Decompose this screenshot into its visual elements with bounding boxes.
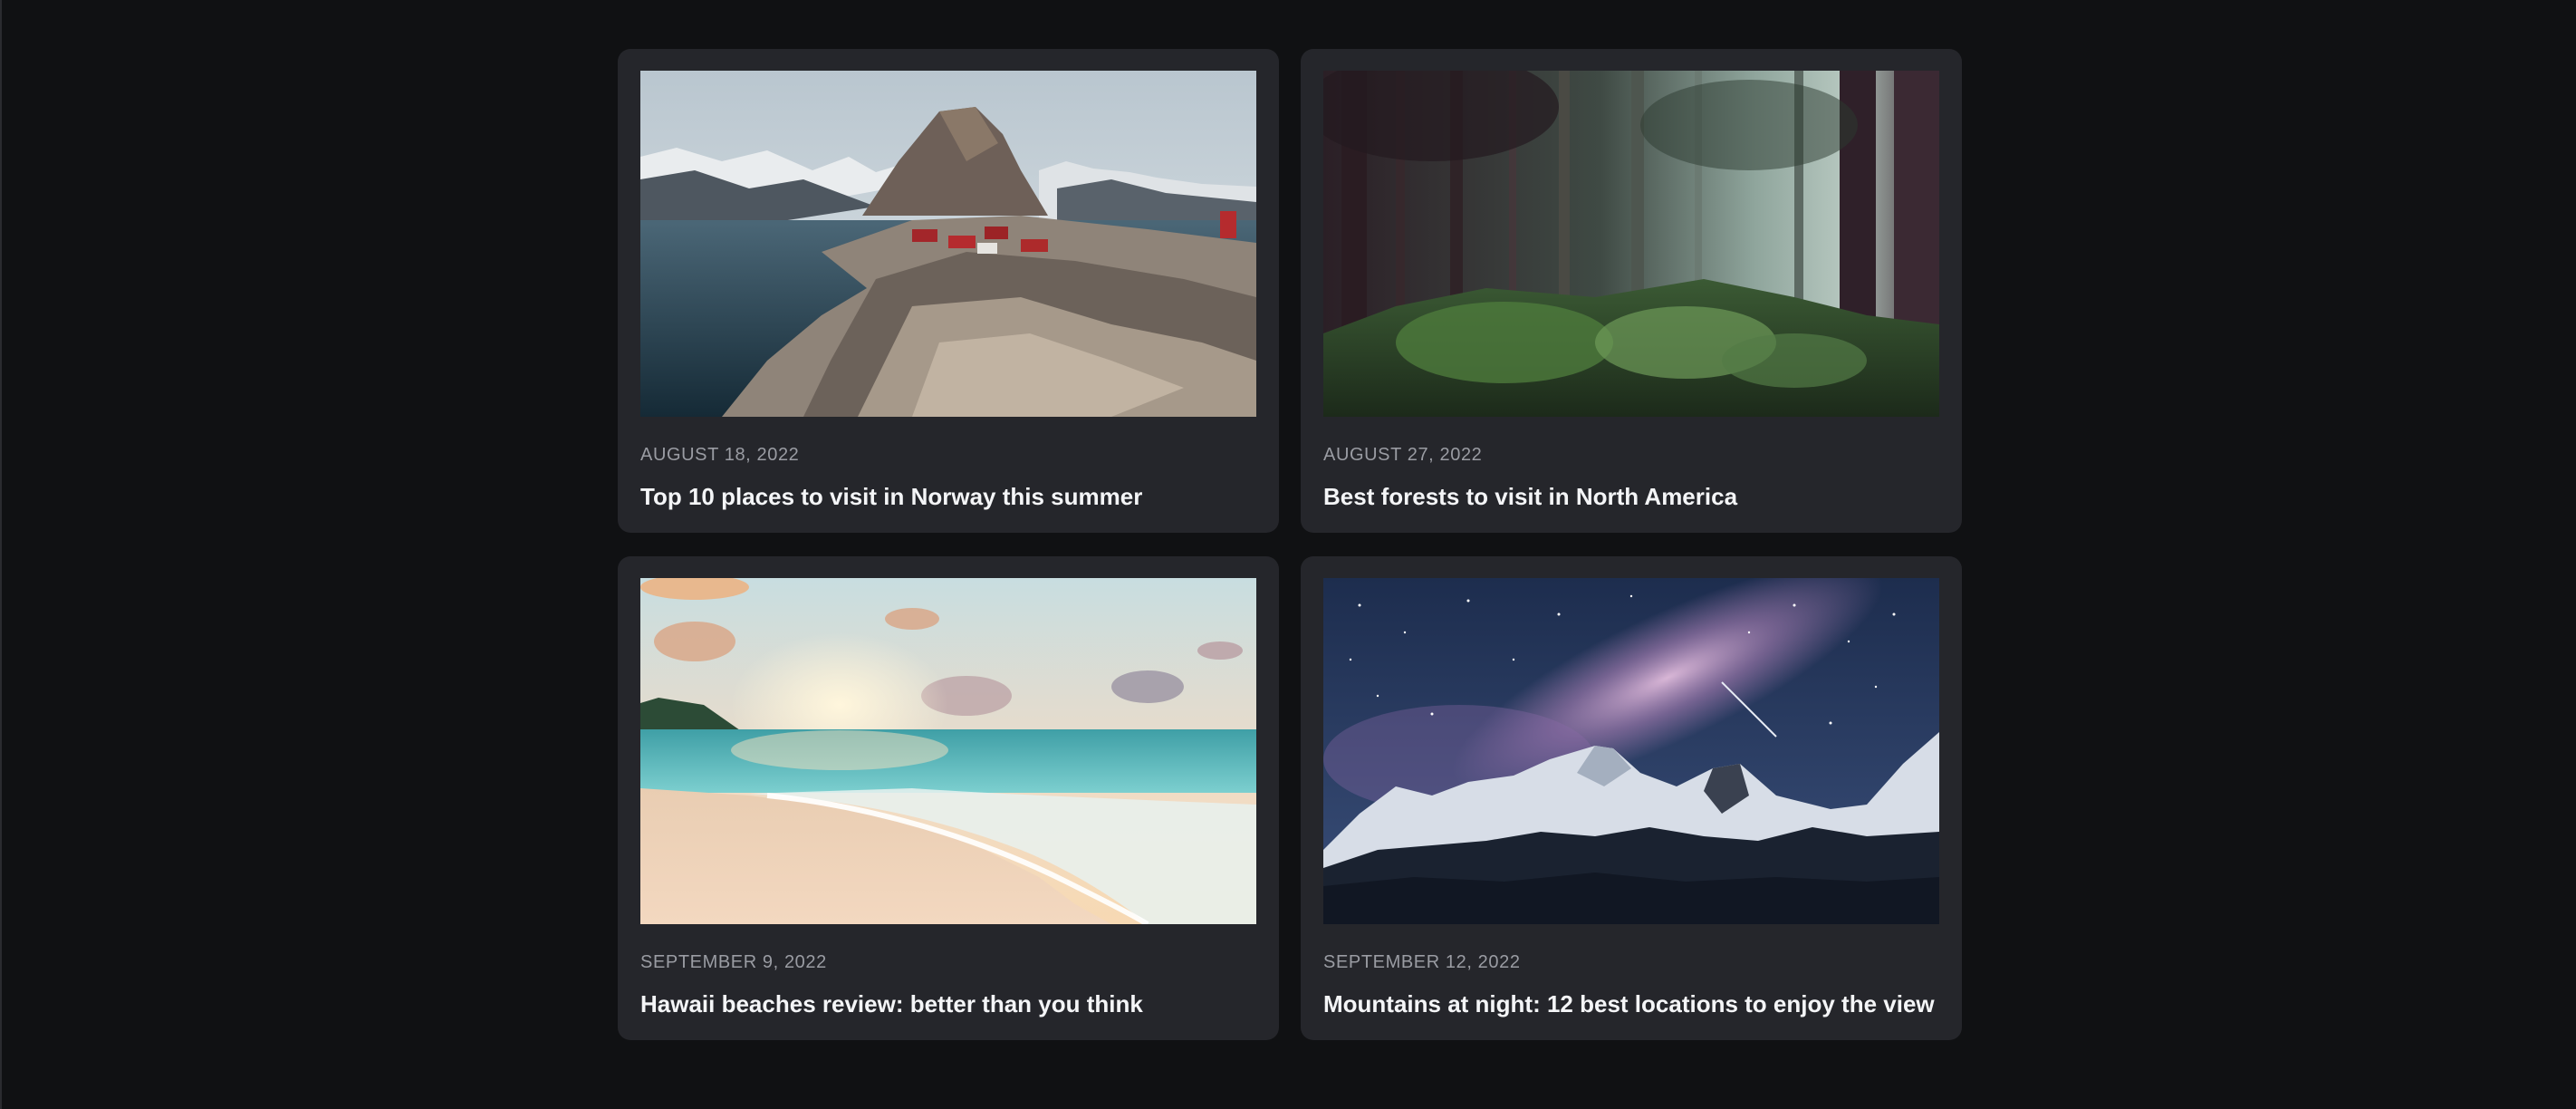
articles-grid: AUGUST 18, 2022 Top 10 places to visit i… — [618, 49, 1962, 1040]
article-image-forest — [1323, 71, 1939, 417]
article-image-beach — [640, 578, 1256, 924]
article-title[interactable]: Hawaii beaches review: better than you t… — [640, 989, 1256, 1018]
article-date: AUGUST 27, 2022 — [1323, 445, 1483, 465]
article-date: SEPTEMBER 9, 2022 — [640, 952, 827, 972]
article-card-forest[interactable]: AUGUST 27, 2022 Best forests to visit in… — [1301, 49, 1962, 533]
article-card-beach[interactable]: SEPTEMBER 9, 2022 Hawaii beaches review:… — [618, 556, 1279, 1040]
article-title[interactable]: Best forests to visit in North America — [1323, 482, 1939, 511]
article-card-norway[interactable]: AUGUST 18, 2022 Top 10 places to visit i… — [618, 49, 1279, 533]
article-date: SEPTEMBER 12, 2022 — [1323, 952, 1521, 972]
article-date: AUGUST 18, 2022 — [640, 445, 800, 465]
article-card-mountains[interactable]: SEPTEMBER 12, 2022 Mountains at night: 1… — [1301, 556, 1962, 1040]
article-title[interactable]: Top 10 places to visit in Norway this su… — [640, 482, 1256, 511]
article-image-norway — [640, 71, 1256, 417]
article-image-mountains — [1323, 578, 1939, 924]
article-title[interactable]: Mountains at night: 12 best locations to… — [1323, 989, 1939, 1018]
